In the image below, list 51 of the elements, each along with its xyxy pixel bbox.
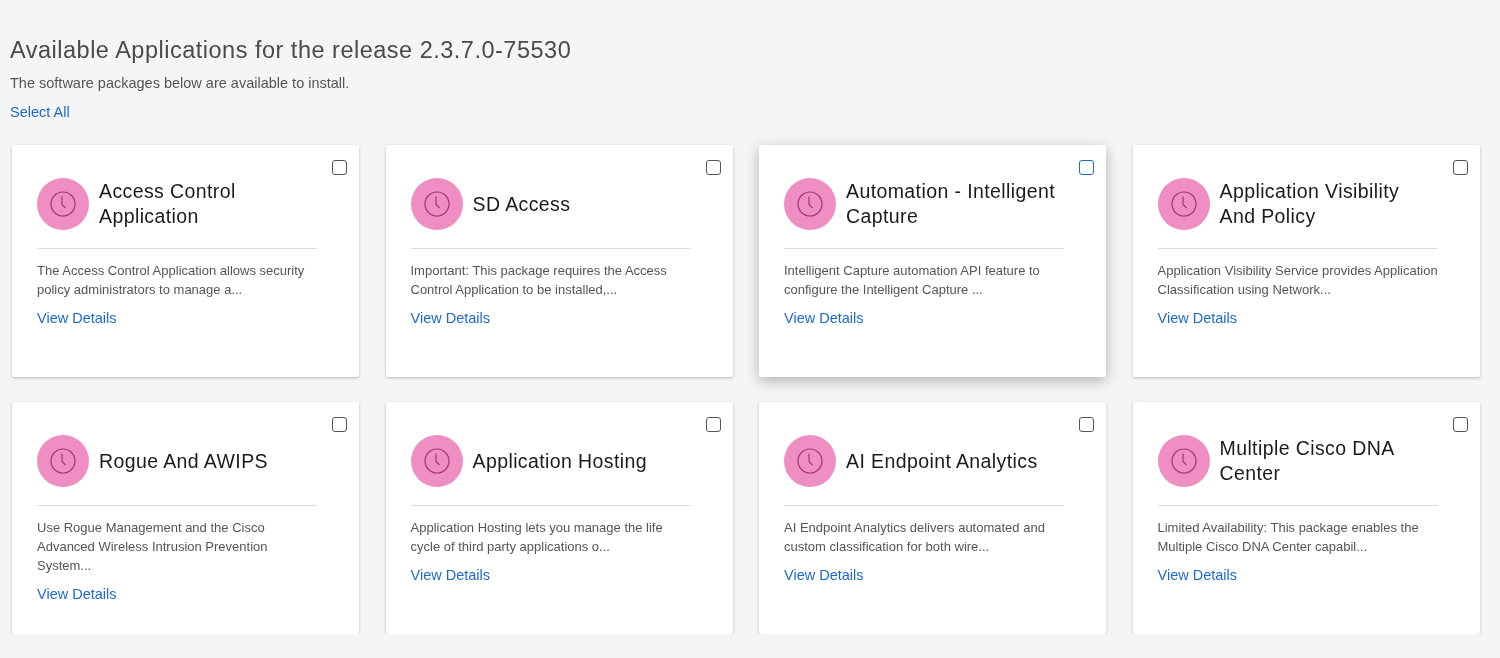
application-card[interactable]: Automation - Intelligent Capture Intelligent Capture automation API feature to configure the Intelligent Capture ... View Details (759, 145, 1106, 377)
application-name: Application Hosting (472, 448, 648, 474)
clock-icon (784, 435, 836, 487)
application-name: Rogue And AWIPS (99, 448, 268, 474)
application-description: Application Hosting lets you manage the life cycle of third party applications o... (410, 519, 664, 556)
application-name: Multiple Cisco DNA Center (1219, 436, 1395, 486)
clock-icon (784, 178, 836, 230)
application-name: Application Visibility And Policy (1219, 179, 1401, 229)
view-details-link[interactable]: View Details (784, 567, 864, 583)
view-details-link[interactable]: View Details (1157, 310, 1238, 326)
checkbox[interactable] (1452, 417, 1468, 432)
application-name: Access Control Application (99, 179, 237, 229)
checkbox[interactable] (1452, 160, 1468, 175)
application-name: Automation - Intelligent Capture (846, 179, 1057, 229)
checkbox[interactable] (1079, 417, 1094, 432)
application-description: Important: This package requires the Access Control Application to be installed,... (410, 262, 668, 299)
application-description: The Access Control Application allows security policy administrators to manage a... (37, 262, 306, 299)
view-details-link[interactable]: View Details (410, 310, 491, 326)
view-details-link[interactable]: View Details (784, 310, 864, 326)
checkbox[interactable] (705, 417, 721, 432)
application-card[interactable]: Application Visibility And Policy Application Visibility Service provides Application Classification using Network... View Details (1132, 145, 1480, 377)
application-name: SD Access (472, 191, 571, 217)
clock-icon (1157, 435, 1210, 487)
application-card[interactable]: Access Control Application The Access Control Application allows security policy administrators to manage a... View Details (12, 145, 359, 377)
checkbox[interactable] (332, 417, 347, 432)
clock-icon (1157, 178, 1210, 230)
clock-icon (37, 178, 89, 230)
application-description: Use Rogue Management and the Cisco Advanced Wireless Intrusion Prevention System... (37, 519, 269, 575)
application-description: AI Endpoint Analytics delivers automated and custom classification for both wire... (784, 519, 1046, 556)
application-description: Intelligent Capture automation API feature to configure the Intelligent Capture ... (784, 262, 1041, 299)
checkbox[interactable] (705, 160, 721, 175)
application-card[interactable]: SD Access Important: This package requires the Access Control Application to be installed,... View Details (385, 145, 733, 377)
page-subtitle: The software packages below are available to install. (10, 75, 351, 91)
clock-icon (410, 178, 463, 230)
page-title: Available Applications for the release 2.3.7.0-75530 (10, 36, 573, 64)
clock-icon (410, 435, 463, 487)
application-card[interactable]: Multiple Cisco DNA Center Limited Availability: This package enables the Multiple Cisco DNA Center capabil... View Details (1132, 402, 1480, 634)
application-card[interactable]: AI Endpoint Analytics AI Endpoint Analytics delivers automated and custom classification for both wire... View Details (759, 402, 1106, 634)
view-details-link[interactable]: View Details (37, 310, 117, 326)
view-details-link[interactable]: View Details (37, 586, 117, 602)
application-description: Limited Availability: This package enables the Multiple Cisco DNA Center capabil... (1157, 519, 1420, 556)
view-details-link[interactable]: View Details (1157, 567, 1238, 583)
application-card[interactable]: Rogue And AWIPS Use Rogue Management and the Cisco Advanced Wireless Intrusion Prevention System... View Details (12, 402, 359, 634)
view-details-link[interactable]: View Details (410, 567, 491, 583)
select-all-link[interactable]: Select All (10, 104, 70, 120)
application-name: AI Endpoint Analytics (846, 448, 1038, 474)
clock-icon (37, 435, 89, 487)
checkbox[interactable] (1079, 160, 1094, 175)
checkbox[interactable] (332, 160, 347, 175)
application-description: Application Visibility Service provides Application Classification using Network... (1157, 262, 1439, 299)
application-card[interactable]: Application Hosting Application Hosting lets you manage the life cycle of third party applications o... View Details (385, 402, 733, 634)
